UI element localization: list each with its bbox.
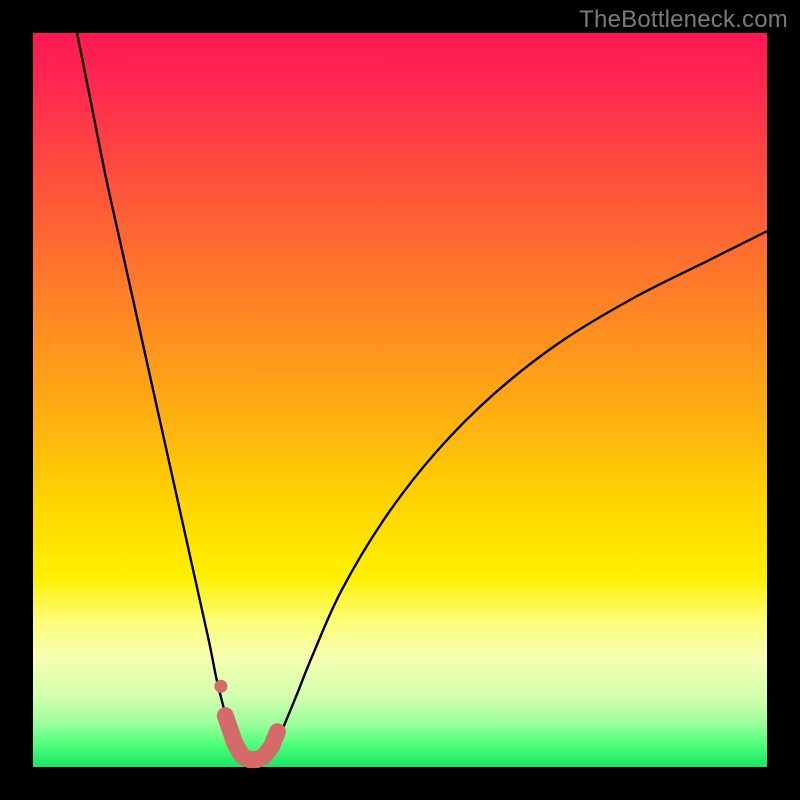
highlight-path bbox=[225, 716, 277, 760]
bottleneck-curve bbox=[77, 33, 767, 760]
curve-layer bbox=[33, 33, 767, 767]
chart-frame: TheBottleneck.com bbox=[0, 0, 800, 800]
highlight-markers bbox=[214, 680, 277, 760]
highlight-dot bbox=[214, 680, 227, 693]
plot-area bbox=[33, 33, 767, 767]
watermark-text: TheBottleneck.com bbox=[579, 6, 788, 34]
